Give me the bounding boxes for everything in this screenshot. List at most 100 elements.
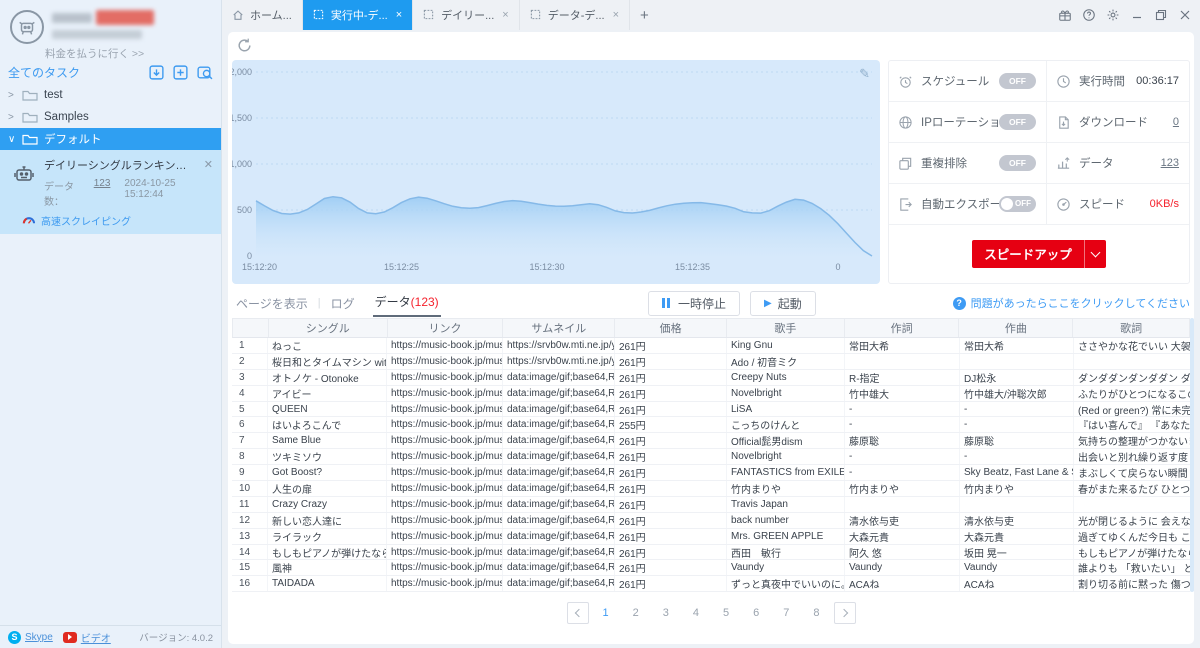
stat-value[interactable]: 123 (1161, 157, 1179, 169)
sidebar-folder-デフォルト[interactable]: ∨ デフォルト (0, 128, 221, 150)
edit-chart-icon[interactable]: ✎ (859, 66, 870, 82)
auto-export-toggle[interactable]: OFF (999, 196, 1036, 212)
task-item[interactable]: デイリーシングルランキング｜音楽ダウン... ✕ データ数： 123 2024-… (0, 150, 221, 234)
table-row[interactable]: 3 オトノケ - Otonoke https://music-book.jp/mus… (232, 369, 1190, 386)
cell: https://srvb0w.mti.ne.jp/yg_uta/... (503, 338, 615, 353)
search-task-icon[interactable] (196, 64, 213, 81)
column-header-1[interactable]: シングル (269, 319, 388, 337)
toggle-pill[interactable]: OFF (999, 114, 1036, 130)
tab-2[interactable]: デイリー... × (413, 0, 520, 30)
all-tasks-label[interactable]: 全てのタスク (8, 64, 141, 81)
page-3[interactable]: 3 (663, 607, 669, 619)
sidebar-folder-Samples[interactable]: > Samples (0, 106, 221, 128)
stat-value[interactable]: 0 (1173, 116, 1179, 128)
page-6[interactable]: 6 (753, 607, 759, 619)
redacted-username-highlight (96, 10, 154, 25)
table-row[interactable]: 7Same Bluehttps://music-book.jp/music/Ar… (232, 433, 1190, 450)
gift-icon[interactable] (1057, 8, 1072, 23)
download-icon (1056, 115, 1071, 130)
table-scrollbar[interactable] (1190, 318, 1194, 592)
tab-3[interactable]: データ-デ... × (520, 0, 631, 30)
prev-page-button[interactable] (566, 602, 589, 624)
table-row[interactable]: 15風神https://music-book.jp/music/Art...da… (232, 560, 1190, 577)
toggle-pill[interactable]: OFF (999, 155, 1036, 171)
refresh-icon[interactable] (236, 37, 253, 54)
speed-up-button[interactable]: スピードアップ (972, 239, 1106, 268)
table-row[interactable]: 1ねっこhttps://music-book.jp/music/Art...ht… (232, 338, 1190, 354)
setting-0: スケジュール OFF (889, 61, 1047, 102)
close-icon[interactable] (1177, 8, 1192, 23)
new-tab-button[interactable]: + (630, 0, 659, 30)
table-row[interactable]: 11Crazy Crazyhttps://music-book.jp/music… (232, 496, 1190, 513)
settings-icon[interactable] (1105, 8, 1120, 23)
cell: LiSA (727, 401, 845, 417)
cell: data:image/gif;base64,R0IGO... (503, 369, 615, 385)
window-icon (530, 9, 542, 21)
sidebar-folder-test[interactable]: > test (0, 84, 221, 106)
tab-close-icon[interactable]: × (613, 9, 619, 21)
cell: 竹中雄大 (845, 385, 960, 401)
table-row[interactable]: 16TAIDADAhttps://music-book.jp/music/Art… (232, 576, 1190, 593)
page-7[interactable]: 7 (783, 607, 789, 619)
cell: 新しい恋人達に (268, 512, 387, 528)
problem-help-link[interactable]: ? 問題があったらここをクリックしてください (952, 295, 1190, 311)
import-task-icon[interactable] (148, 64, 165, 81)
table-row[interactable]: 9Got Boost?https://music-book.jp/music/A… (232, 465, 1190, 482)
svg-text:2,000: 2,000 (232, 67, 252, 77)
restore-icon[interactable] (1153, 8, 1168, 23)
page-1[interactable]: 1 (603, 607, 609, 619)
skype-link[interactable]: Skype (25, 632, 53, 643)
table-row[interactable]: 4アイビーhttps://music-book.jp/music/Art...d… (232, 385, 1190, 402)
table-row[interactable]: 10人生の扉https://music-book.jp/music/Art...… (232, 481, 1190, 497)
cell: こっちのけんと (727, 417, 845, 433)
tab-1[interactable]: 実行中-デ... × (302, 0, 414, 30)
row-number: 6 (232, 417, 268, 433)
table-row[interactable]: 5QUEENhttps://music-book.jp/music/Art...… (232, 401, 1190, 418)
cell: 261円 (615, 528, 727, 544)
cell: https://music-book.jp/music/Art... (387, 353, 503, 369)
table-row[interactable]: 13ライラックhttps://music-book.jp/music/Art..… (232, 528, 1190, 545)
column-header-3[interactable]: サムネイル (503, 319, 616, 337)
page-8[interactable]: 8 (813, 607, 819, 619)
column-header-6[interactable]: 作詞 (845, 319, 960, 337)
cell: https://music-book.jp/music/Art... (387, 465, 503, 481)
tab-log[interactable]: ログ (329, 291, 357, 316)
data-table: シングル リンク サムネイル 価格 歌手 作詞 作曲 歌詞 1 ねっこ https://music-… (232, 318, 1190, 593)
cell: Travis Japan (727, 496, 845, 512)
table-row[interactable]: 8ツキミソウhttps://music-book.jp/music/Art...… (232, 449, 1190, 466)
toggle-pill[interactable]: OFF (999, 73, 1036, 89)
tab-show-page[interactable]: ページを表示 (234, 291, 310, 316)
column-header-5[interactable]: 歌手 (727, 319, 845, 337)
cell: Got Boost? (268, 465, 387, 481)
tab-close-icon[interactable]: × (502, 9, 508, 21)
column-header-0[interactable] (233, 319, 269, 337)
column-header-2[interactable]: リンク (388, 319, 504, 337)
pay-link[interactable]: 料金を払うに行く >> (45, 46, 144, 61)
page-2[interactable]: 2 (633, 607, 639, 619)
table-row[interactable]: 2桜日和とタイムマシン with 初...https://music-book.… (232, 353, 1190, 370)
video-link[interactable]: ビデオ (81, 630, 111, 645)
page-4[interactable]: 4 (693, 607, 699, 619)
table-row[interactable]: 12新しい恋人達にhttps://music-book.jp/music/Art… (232, 512, 1190, 529)
row-number: 5 (232, 401, 268, 417)
minimize-icon[interactable] (1129, 8, 1144, 23)
next-page-button[interactable] (833, 602, 856, 624)
tab-0[interactable]: ホーム... (222, 0, 303, 30)
task-close-icon[interactable]: ✕ (204, 158, 213, 171)
table-row[interactable]: 6はいよろこんでhttps://music-book.jp/music/Art.… (232, 417, 1190, 434)
add-task-icon[interactable] (172, 64, 189, 81)
svg-text:15:12:25: 15:12:25 (384, 262, 419, 272)
pause-button[interactable]: 一時停止 (648, 290, 741, 316)
data-count-value[interactable]: 123 (94, 178, 111, 208)
svg-text:15:12:20: 15:12:20 (242, 262, 277, 272)
tab-close-icon[interactable]: × (396, 9, 402, 21)
help-icon[interactable] (1081, 8, 1096, 23)
column-header-8[interactable]: 歌詞 (1073, 319, 1189, 337)
page-5[interactable]: 5 (723, 607, 729, 619)
column-header-7[interactable]: 作曲 (959, 319, 1074, 337)
column-header-4[interactable]: 価格 (615, 319, 727, 337)
start-button[interactable]: ▶ 起動 (750, 290, 816, 316)
speed-up-dropdown[interactable] (1083, 239, 1106, 268)
table-row[interactable]: 14もしもピアノが弾けたならhttps://music-book.jp/musi… (232, 544, 1190, 561)
tab-data[interactable]: データ(123) (372, 289, 441, 317)
